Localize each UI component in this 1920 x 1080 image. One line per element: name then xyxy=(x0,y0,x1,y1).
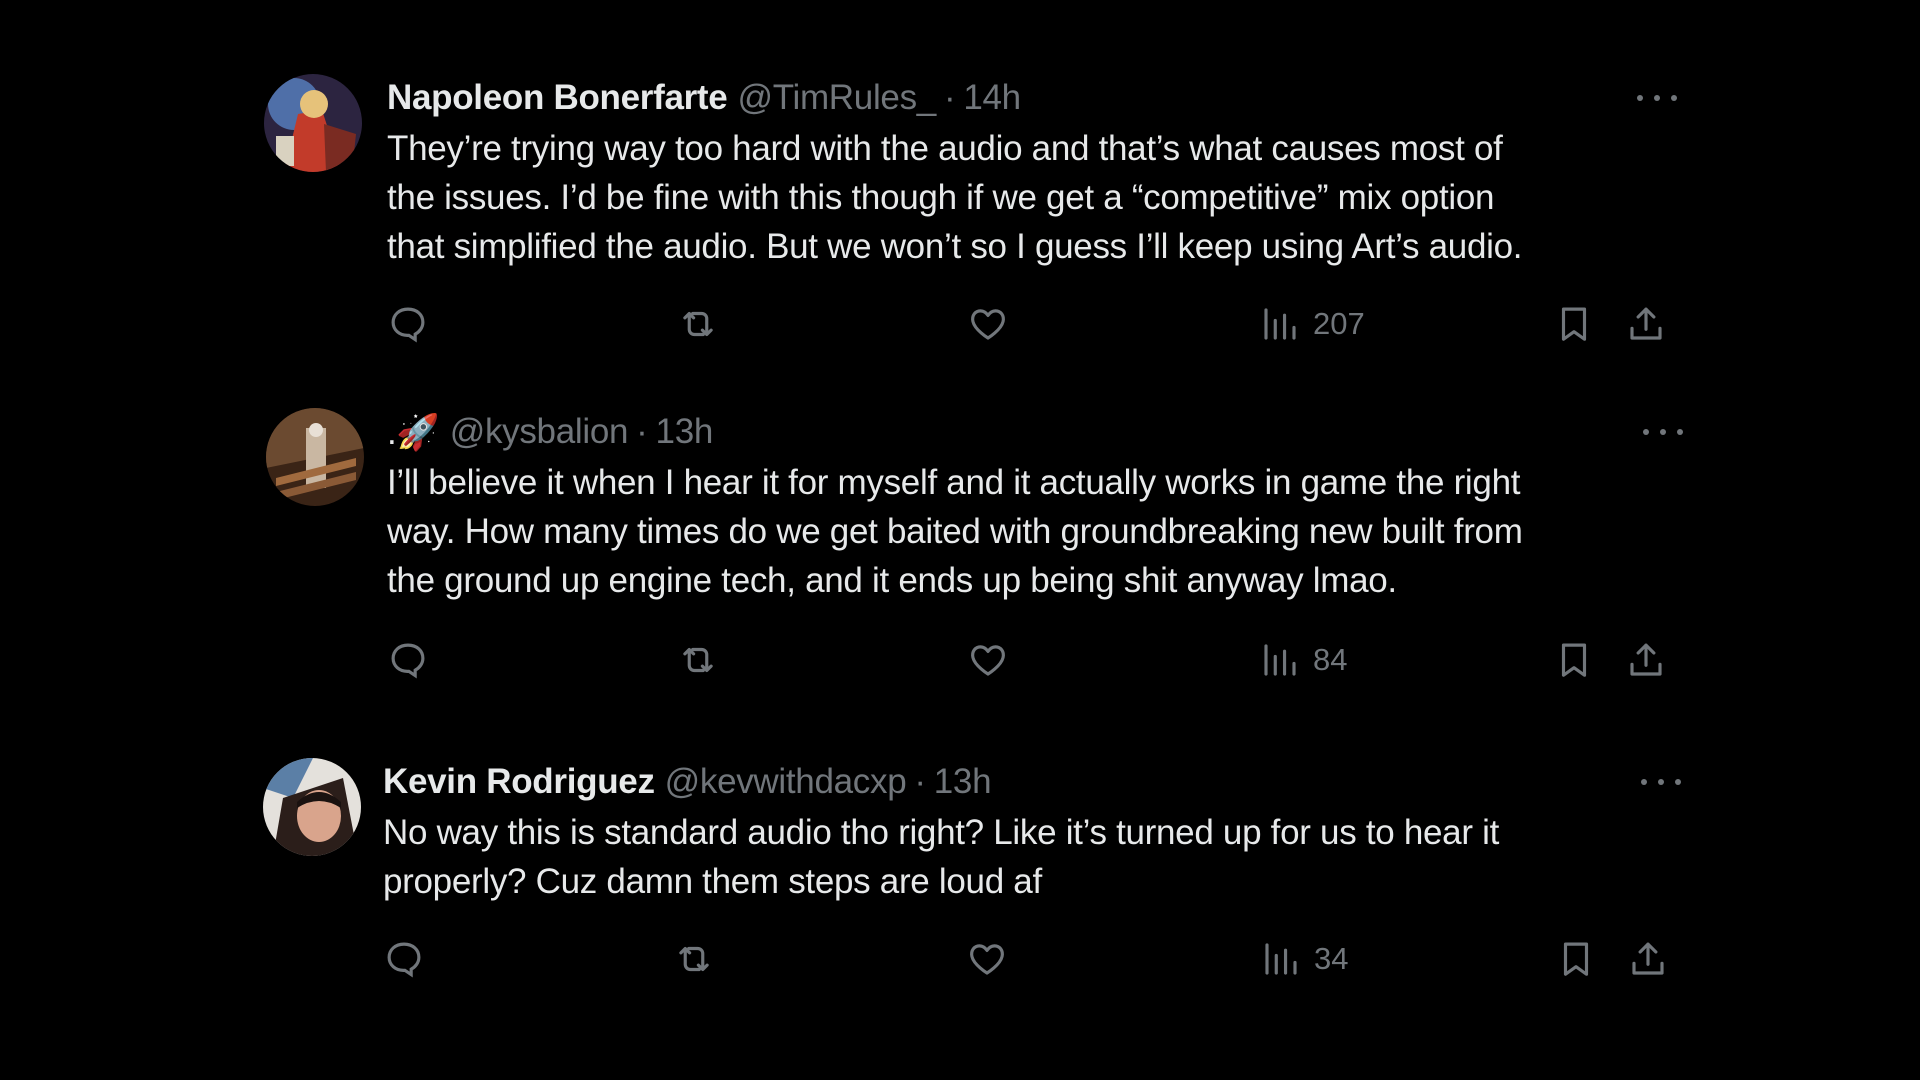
more-icon[interactable] xyxy=(1643,414,1683,450)
view-count: 207 xyxy=(1313,306,1365,341)
tweet-text-line: the issues. I’d be fine with this though… xyxy=(387,178,1495,217)
bookmark-button[interactable] xyxy=(1553,299,1595,349)
tweet-text: No way this is standard audio tho right?… xyxy=(383,808,1673,906)
reply-button[interactable] xyxy=(387,635,429,685)
views-button[interactable]: 34 xyxy=(1260,934,1348,984)
retweet-icon xyxy=(679,946,709,972)
tweet-text-line: I’ll believe it when I hear it for mysel… xyxy=(387,463,1521,502)
retweet-icon xyxy=(683,647,713,673)
tweet-text: They’re trying way too hard with the aud… xyxy=(387,124,1677,271)
share-icon xyxy=(1632,942,1664,975)
reply-button[interactable] xyxy=(387,299,429,349)
view-count: 84 xyxy=(1313,642,1348,677)
views-icon xyxy=(1264,308,1296,340)
timestamp[interactable]: 13h xyxy=(934,762,992,802)
share-button[interactable] xyxy=(1625,635,1667,685)
avatar[interactable] xyxy=(263,758,361,856)
display-name[interactable]: Napoleon Bonerfarte xyxy=(387,78,728,118)
reply-button[interactable] xyxy=(383,934,425,984)
tweet-text-line: properly? Cuz damn them steps are loud a… xyxy=(383,862,1042,901)
display-name[interactable]: .🚀 xyxy=(387,412,440,453)
views-button[interactable]: 207 xyxy=(1259,299,1365,349)
action-bar: 34 xyxy=(383,934,1673,984)
like-button[interactable] xyxy=(967,635,1009,685)
tweet-text-line: that simplified the audio. But we won’t … xyxy=(387,227,1523,266)
heart-icon xyxy=(971,309,1005,340)
timestamp[interactable]: 13h xyxy=(656,412,714,452)
share-icon xyxy=(1630,643,1662,676)
separator: · xyxy=(943,78,956,117)
tweet-header: Napoleon Bonerfarte @TimRules_ · 14h xyxy=(387,74,1677,122)
avatar[interactable] xyxy=(266,408,364,506)
more-icon[interactable] xyxy=(1641,764,1681,800)
share-button[interactable] xyxy=(1627,934,1669,984)
tweet-text-line: way. How many times do we get baited wit… xyxy=(387,512,1523,551)
views-icon xyxy=(1264,644,1296,676)
tweet-text: I’ll believe it when I hear it for mysel… xyxy=(387,458,1677,605)
heart-icon xyxy=(971,645,1005,676)
bookmark-icon xyxy=(1561,307,1587,341)
more-icon[interactable] xyxy=(1637,80,1677,116)
views-button[interactable]: 84 xyxy=(1259,635,1347,685)
retweet-button[interactable] xyxy=(673,934,715,984)
reply-feed: Napoleon Bonerfarte @TimRules_ · 14h The… xyxy=(0,0,1920,1080)
retweet-button[interactable] xyxy=(677,635,719,685)
avatar[interactable] xyxy=(264,74,362,172)
timestamp[interactable]: 14h xyxy=(963,78,1021,118)
heart-icon xyxy=(970,944,1004,975)
display-name[interactable]: Kevin Rodriguez xyxy=(383,762,655,802)
bookmark-button[interactable] xyxy=(1555,934,1597,984)
tweet-header: .🚀 @kysbalion · 13h xyxy=(387,408,1677,456)
share-icon xyxy=(1630,307,1662,340)
tweet-header: Kevin Rodriguez @kevwithdacxp · 13h xyxy=(383,758,1673,806)
reply-icon xyxy=(391,307,425,343)
tweet-text-line: No way this is standard audio tho right?… xyxy=(383,813,1500,852)
user-handle[interactable]: @TimRules_ xyxy=(737,78,936,118)
view-count: 34 xyxy=(1314,941,1349,976)
user-handle[interactable]: @kysbalion xyxy=(450,412,629,452)
bookmark-icon xyxy=(1561,643,1587,677)
tweet-text-line: They’re trying way too hard with the aud… xyxy=(387,129,1503,168)
retweet-icon xyxy=(683,311,713,337)
like-button[interactable] xyxy=(966,934,1008,984)
retweet-button[interactable] xyxy=(677,299,719,349)
like-button[interactable] xyxy=(967,299,1009,349)
bookmark-button[interactable] xyxy=(1553,635,1595,685)
reply-icon xyxy=(387,942,421,978)
reply-icon xyxy=(391,643,425,679)
separator: · xyxy=(914,762,926,801)
bookmark-icon xyxy=(1563,942,1589,976)
separator: · xyxy=(636,412,648,451)
tweet-text-line: the ground up engine tech, and it ends u… xyxy=(387,561,1397,600)
share-button[interactable] xyxy=(1625,299,1667,349)
action-bar: 207 xyxy=(387,299,1677,349)
action-bar: 84 xyxy=(387,635,1677,685)
user-handle[interactable]: @kevwithdacxp xyxy=(665,762,907,802)
views-icon xyxy=(1265,943,1297,975)
